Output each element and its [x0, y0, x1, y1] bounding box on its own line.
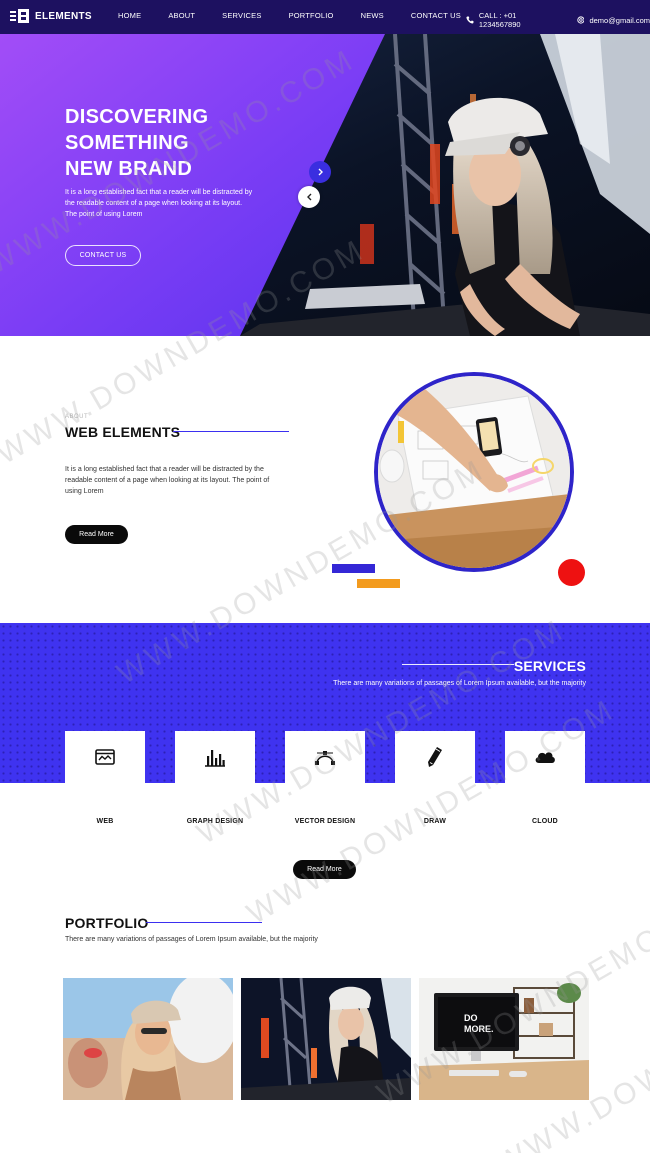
service-label-graph-design: GRAPH DESIGN — [186, 818, 244, 825]
portfolio-item-dj[interactable] — [241, 978, 411, 1100]
services-title: SERVICES — [513, 658, 586, 674]
about-description: It is a long established fact that a rea… — [65, 464, 315, 497]
service-label-vector-design: VECTOR DESIGN — [294, 818, 356, 825]
pencil-icon — [428, 747, 442, 767]
email-address[interactable]: demo@gmail.com — [589, 16, 650, 25]
about-circle-photo — [374, 372, 574, 572]
hero-title-line-2: SOMETHING — [65, 132, 189, 154]
about-title-underline — [173, 431, 289, 432]
email-icon — [576, 16, 585, 24]
portfolio-title: PORTFOLIO — [65, 915, 149, 931]
service-label-web: WEB — [96, 818, 114, 825]
portfolio-item-workspace[interactable]: DO MORE. — [419, 978, 589, 1100]
workspace-desk-photo: DO MORE. — [419, 978, 589, 1100]
service-card-draw[interactable] — [395, 731, 475, 783]
service-card-vector-design[interactable] — [285, 731, 365, 783]
service-card-cloud[interactable] — [505, 731, 585, 783]
dj-photo — [241, 978, 411, 1100]
hero-slider: DISCOVERING SOMETHING NEW BRAND It is a … — [0, 34, 650, 336]
nav-news[interactable]: NEWS — [361, 11, 384, 20]
service-card-web[interactable] — [65, 731, 145, 783]
hero-text-line: the readable content of a page when look… — [65, 200, 243, 207]
services-read-more-button[interactable]: Read More — [293, 860, 356, 879]
nav-home[interactable]: HOME — [118, 11, 141, 20]
slider-prev-button[interactable] — [298, 186, 320, 208]
brand-name: ELEMENTS — [35, 10, 92, 22]
monitor-text-do: DO — [464, 1013, 478, 1023]
hero-title: DISCOVERING SOMETHING NEW BRAND — [65, 104, 208, 182]
chevron-right-icon — [318, 168, 323, 176]
slider-next-button[interactable] — [309, 161, 331, 183]
nav-contact-info: CALL : +01 1234567890 demo@gmail.com — [466, 11, 650, 29]
decor-blue-bar — [332, 564, 375, 573]
hero-title-line-1: DISCOVERING — [65, 106, 209, 128]
chevron-left-icon — [306, 193, 311, 201]
festival-photo — [63, 978, 233, 1100]
contact-us-button[interactable]: CONTACT US — [65, 245, 141, 266]
phone-icon — [466, 16, 474, 24]
service-label-draw: DRAW — [423, 818, 447, 825]
hero-description: It is a long established fact that a rea… — [65, 187, 270, 220]
cloud-icon — [535, 752, 555, 763]
hero-dj-photo — [0, 34, 650, 336]
nav-about[interactable]: ABOUT — [168, 11, 195, 20]
services-title-line — [402, 664, 514, 665]
hero-text-line: It is a long established fact that a rea… — [65, 189, 253, 196]
vector-icon — [315, 751, 335, 765]
graph-icon — [205, 750, 225, 767]
top-navbar: ELEMENTS HOME ABOUT SERVICES PORTFOLIO N… — [0, 0, 650, 34]
brand-logo[interactable]: ELEMENTS — [10, 9, 92, 23]
portfolio-item-festival[interactable] — [63, 978, 233, 1100]
about-text-line: readable content of a page when looking … — [65, 477, 270, 484]
workspace-photo — [378, 376, 570, 568]
portfolio-title-underline — [146, 922, 262, 923]
nav-services[interactable]: SERVICES — [222, 11, 261, 20]
about-text-line: using Lorem — [65, 488, 104, 495]
nav-contact-us[interactable]: CONTACT US — [411, 11, 461, 20]
web-icon — [95, 749, 115, 765]
services-subtitle: There are many variations of passages of… — [333, 680, 586, 687]
hero-title-line-3: NEW BRAND — [65, 158, 193, 180]
decor-orange-bar — [357, 579, 400, 588]
monitor-text-more: MORE. — [464, 1024, 494, 1034]
about-text-line: It is a long established fact that a rea… — [65, 466, 264, 473]
nav-portfolio[interactable]: PORTFOLIO — [289, 11, 334, 20]
nav-menu: HOME ABOUT SERVICES PORTFOLIO NEWS CONTA… — [118, 11, 488, 20]
logo-icon — [10, 9, 30, 23]
hero-text-line: The point of using Lorem — [65, 211, 143, 218]
service-card-graph-design[interactable] — [175, 731, 255, 783]
about-label: ABOUT — [65, 414, 89, 420]
portfolio-subtitle: There are many variations of passages of… — [65, 936, 318, 943]
about-read-more-button[interactable]: Read More — [65, 525, 128, 544]
phone-number[interactable]: CALL : +01 1234567890 — [479, 11, 559, 29]
about-title: WEB ELEMENTS — [65, 424, 181, 440]
decor-red-dot — [558, 559, 585, 586]
service-label-cloud: CLOUD — [532, 818, 558, 825]
